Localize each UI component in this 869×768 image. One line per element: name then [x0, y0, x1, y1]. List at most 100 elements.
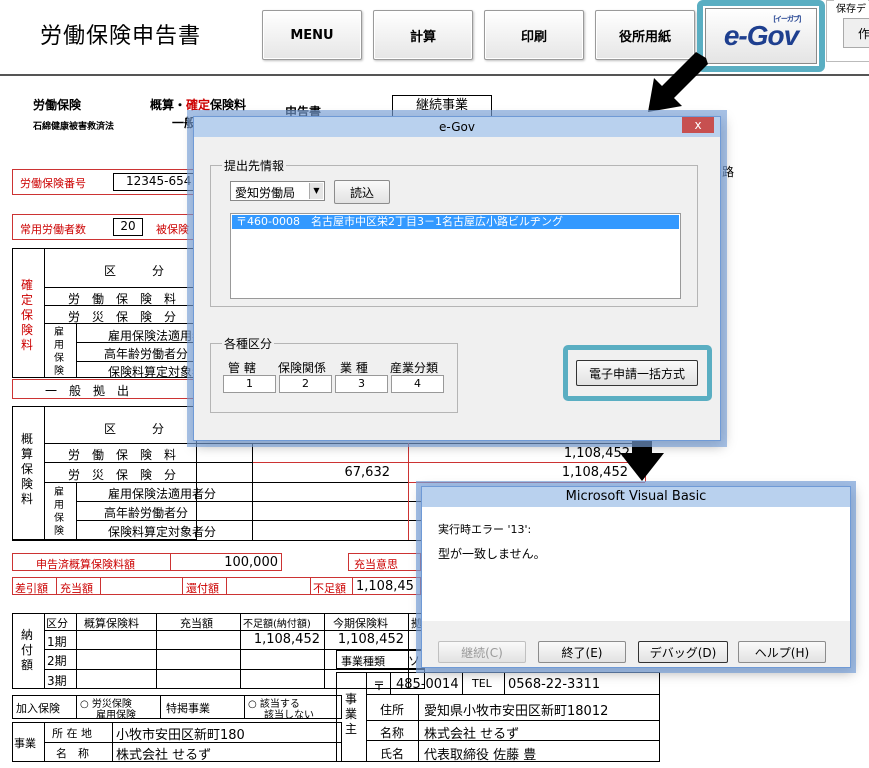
gaisan-col-line — [44, 406, 45, 540]
shinkokuzumi-label: 申告済概算保険料額 — [36, 558, 135, 571]
sahiki-div-5 — [310, 577, 311, 595]
end-button[interactable]: 終了(E) — [538, 641, 626, 663]
hihoken-label: 被保険 — [156, 223, 189, 236]
shinkokuzumi-value: 100,000 — [224, 555, 278, 570]
kakutei-koyo-line — [76, 323, 77, 378]
nofu-col-2 — [156, 613, 157, 689]
nushi-meisho-label: 名称 — [380, 726, 405, 740]
gaisan-rosai-value-2: 1,108,452 — [561, 465, 628, 480]
fusoku-value: 1,108,45 — [356, 579, 414, 594]
kubun-field-sangyo[interactable]: 4 — [391, 375, 444, 393]
shinkokuzumi-divider — [170, 553, 171, 571]
kanpu-label: 還付額 — [186, 582, 219, 595]
continue-button[interactable]: 継続(C) — [438, 641, 526, 663]
office-select[interactable]: 愛知労働局 ▼ — [230, 181, 325, 201]
gaisan-koyo-vertical: 雇用保険 — [54, 487, 64, 537]
nofu-row-1-fusoku: 1,108,452 — [253, 632, 320, 647]
kanyu-option-2[interactable]: 雇用保険 — [96, 706, 136, 721]
kubun-label-gyoshu: 業 種 — [340, 361, 368, 375]
gaisan-kubun-header: 区 分 — [104, 422, 165, 436]
nofu-col-0 — [44, 613, 45, 689]
address-listbox[interactable]: 〒460-0008 名古屋市中区栄2丁目3－1名古屋広小路ビルヂング — [230, 213, 681, 299]
kubun-field-hoken[interactable]: 2 — [279, 375, 332, 393]
submit-info-label: 提出先情報 — [222, 157, 287, 174]
hoken-bango-value[interactable]: 12345-654 — [113, 173, 197, 191]
kanyu-div-3 — [244, 695, 245, 719]
gaisan-row-koyo-tekiyo: 雇用保険法適用者分 — [108, 487, 217, 501]
menu-button[interactable]: MENU — [262, 10, 362, 60]
kakutei-vertical-label: 確定保険料 — [20, 278, 33, 352]
address-list-item[interactable]: 〒460-0008 名古屋市中区栄2丁目3－1名古屋広小路ビルヂング — [232, 215, 679, 229]
kakutei-row-rosai: 労 災 保 険 分 — [68, 310, 177, 324]
gaisan-row-santei: 保険料算定対象者分 — [108, 525, 217, 539]
egov-dialog: e-Gov x 提出先情報 愛知労働局 ▼ 読込 〒460-0008 名古屋市中… — [193, 116, 721, 441]
postal-mark: 〒 — [373, 679, 386, 693]
electronic-apply-button[interactable]: 電子申請一括方式 — [576, 360, 698, 386]
jigyonushi-div-3 — [390, 672, 391, 694]
kubun-group-label: 各種区分 — [222, 335, 275, 352]
nofu-row-1-kubun: 1期 — [47, 635, 67, 649]
gaisan-row-line-1 — [44, 443, 645, 444]
vb-error-dialog: Microsoft Visual Basic 実行時エラー '13': 型が一致… — [421, 486, 851, 668]
calc-button[interactable]: 計算 — [373, 10, 473, 60]
close-icon[interactable]: x — [682, 117, 714, 133]
gaisan-vertical-label: 概算保険料 — [20, 432, 33, 506]
shozaichi-value: 小牧市安田区新町180 — [116, 728, 245, 743]
nushi-meisho-value: 株式会社 せるず — [424, 727, 520, 742]
egov-dialog-titlebar[interactable]: e-Gov x — [194, 117, 720, 137]
gaisan-col-line-3 — [408, 443, 409, 540]
sahiki-div-3 — [182, 577, 183, 595]
kakutei-koyo-vertical: 雇用保険 — [54, 327, 64, 377]
jigyo-shurui-value: ソ — [408, 654, 421, 668]
ippan-kyoshutsu-label: 一 般 拠 出 — [45, 384, 130, 398]
chevron-down-icon[interactable]: ▼ — [309, 183, 323, 199]
nofu-header-gaisan: 概算保険料 — [84, 617, 139, 630]
vb-error-title[interactable]: Microsoft Visual Basic — [422, 487, 850, 507]
kanyu-div-2 — [160, 695, 161, 719]
side-ro-text: 路 — [722, 165, 735, 179]
sahiki-div-4 — [226, 577, 227, 595]
shimei-value: 代表取締役 佐藤 豊 — [424, 748, 537, 763]
joyo-value[interactable]: 20 — [113, 218, 143, 236]
juto-iko-label: 充当意思 — [354, 558, 398, 571]
kubun-field-kankatsu[interactable]: 1 — [223, 375, 276, 393]
hoken-bango-label: 労働保険番号 — [20, 177, 86, 190]
load-button[interactable]: 読込 — [334, 180, 390, 204]
kakutei-row-line-1 — [44, 287, 197, 288]
kubun-field-gyoshu[interactable]: 3 — [335, 375, 388, 393]
egov-button[interactable]: e-Gov [イーガブ] — [705, 8, 817, 64]
gaisan-row-rosai: 労 災 保 険 分 — [68, 468, 177, 482]
gaisan-rodo-value: 1,108,452 — [563, 446, 630, 461]
nofu-header-fusoku: 不足額(納付額) — [243, 619, 311, 630]
gaisan-row-rodo: 労 働 保 険 料 — [68, 448, 177, 462]
kakutei-kubun-header: 区 分 — [104, 264, 165, 278]
debug-button[interactable]: デバッグ(D) — [638, 641, 728, 663]
fusoku-label: 不足額 — [313, 582, 346, 595]
nofu-header-konki: 今期保険料 — [333, 617, 388, 630]
kanyu-div-1 — [76, 695, 77, 719]
app-title: 労働保険申告書 — [40, 24, 202, 49]
tokuso-label: 特掲事業 — [166, 702, 210, 715]
sahiki-div-1 — [56, 577, 57, 595]
print-button[interactable]: 印刷 — [484, 10, 584, 60]
form-header-sub: 石綿健康被害救済法 — [33, 122, 115, 132]
save-create-button[interactable]: 作 — [843, 18, 869, 48]
vb-error-body: 実行時エラー '13': 型が一致しません。 — [422, 507, 850, 621]
kubun-label-hoken: 保険関係 — [278, 361, 327, 375]
help-button[interactable]: ヘルプ(H) — [738, 641, 826, 663]
egov-logo: e-Gov [イーガブ] — [723, 16, 801, 51]
nofu-row-3 — [44, 669, 425, 670]
jigyonushi-vertical-label: 事業主 — [344, 692, 357, 736]
form-header-rodohoken: 労働保険 — [33, 98, 82, 112]
nofu-row-3-kubun: 3期 — [47, 674, 67, 688]
sahiki-div-2 — [100, 577, 101, 595]
nofu-vertical-label: 納付額 — [20, 628, 33, 672]
toolbar-divider — [0, 74, 869, 76]
jigyonushi-row-2 — [366, 720, 660, 721]
jusho-value: 愛知県小牧市安田区新町18012 — [424, 704, 609, 719]
nofu-header-kubun: 区分 — [46, 617, 68, 630]
kanyu-label: 加入保険 — [16, 702, 60, 715]
shimei-label: 氏名 — [380, 747, 405, 761]
tokuso-option-2[interactable]: 該当しない — [264, 706, 314, 721]
nofu-row-2-kubun: 2期 — [47, 654, 67, 668]
